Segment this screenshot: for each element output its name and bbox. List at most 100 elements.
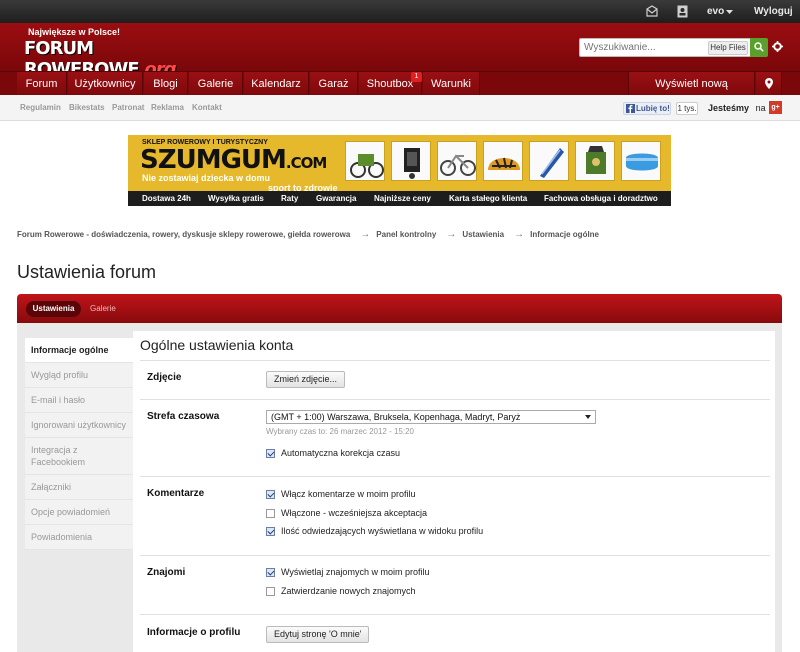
sidebar-item-notifications[interactable]: Powiadomienia (25, 525, 133, 550)
gear-icon[interactable] (772, 41, 783, 52)
banner-brand-suffix: .COM (285, 154, 327, 172)
tab-settings[interactable]: Ustawienia (26, 301, 81, 317)
nav-item-garage[interactable]: Garaż (310, 72, 358, 96)
product-child-seat-image (391, 141, 431, 181)
settings-sidebar: Informacje ogólne Wygląd profilu E-mail … (25, 338, 133, 550)
envelope-icon[interactable] (646, 5, 658, 17)
nav-item-forum[interactable]: Forum (17, 72, 67, 96)
auto-time-checkbox[interactable] (266, 449, 275, 458)
sidebar-item-facebook[interactable]: Integracja z Facebookiem (25, 438, 133, 475)
sidebar-item-email-password[interactable]: E-mail i hasło (25, 388, 133, 413)
tab-galleries[interactable]: Galerie (90, 301, 116, 317)
nav-item-users[interactable]: Użytkownicy (68, 72, 143, 96)
search-icon (754, 42, 764, 52)
search-input[interactable] (584, 40, 704, 55)
visitor-count-label: Ilość odwiedzających wyświetlana w widok… (281, 526, 484, 536)
product-carrier-image (575, 141, 615, 181)
nav-item-terms[interactable]: Warunki (423, 72, 480, 96)
banner-feature: Dostawa 24h (142, 194, 191, 203)
banner-brand-name: SZUMGUM (140, 145, 287, 175)
banner-brand: SZUMGUM.COM (140, 145, 327, 175)
ad-banner[interactable]: SKLEP ROWEROWY I TURYSTYCZNY SZUMGUM.COM… (128, 135, 671, 206)
banner-feature: Karta stałego klienta (449, 194, 528, 203)
subnav-link-kontakt[interactable]: Kontakt (192, 95, 222, 121)
divider (140, 614, 770, 615)
sidebar-item-notification-options[interactable]: Opcje powiadomień (25, 500, 133, 525)
timezone-hint: Wybrany czas to: 26 marzec 2012 - 15:20 (266, 427, 414, 436)
shoutbox-badge: 1 (411, 72, 422, 82)
profile-info-label: Informacje o profilu (147, 627, 241, 638)
divider (140, 399, 770, 400)
facebook-like-button[interactable]: Lubię to! (623, 102, 671, 115)
breadcrumb-separator: → (360, 229, 371, 240)
social-label: Jesteśmy na (708, 95, 766, 121)
sidebar-item-attachments[interactable]: Załączniki (25, 475, 133, 500)
product-sleeping-bag-image (529, 141, 569, 181)
banner-feature: Gwarancja (316, 194, 357, 203)
top-bar: evo Wyloguj (0, 0, 800, 23)
comments-approval-label: Włączone - wcześniejsza akceptacja (281, 508, 428, 518)
location-button[interactable] (756, 72, 782, 96)
logout-link[interactable]: Wyloguj (754, 0, 793, 23)
nav-item-blogs[interactable]: Blogi (144, 72, 188, 96)
visitor-count-checkbox[interactable] (266, 527, 275, 536)
product-trailer-image (345, 141, 385, 181)
sidebar-item-ignored-users[interactable]: Ignorowani użytkownicy (25, 413, 133, 438)
username-menu[interactable]: evo (707, 0, 724, 23)
banner-feature: Raty (281, 194, 299, 203)
approve-friends-checkbox[interactable] (266, 587, 275, 596)
content-title: Ogólne ustawienia konta (140, 337, 294, 353)
chevron-down-icon[interactable] (726, 10, 733, 14)
product-bike-image (437, 141, 477, 181)
settings-content (133, 331, 775, 652)
banner-feature: Fachowa obsługa i doradztwo (544, 194, 658, 203)
search-button[interactable] (750, 38, 768, 57)
site-logo[interactable]: Największe w Polsce! FORUM ROWEROWE.org (24, 27, 224, 80)
photo-label: Zdjęcie (147, 372, 182, 383)
timezone-label: Strefa czasowa (147, 411, 220, 422)
facebook-like-count: 1 tys. (676, 102, 698, 115)
chevron-down-icon (585, 415, 591, 419)
breadcrumb: Forum Rowerowe - doświadczenia, rowery, … (17, 229, 603, 240)
social-label-jestesmy: Jesteśmy (708, 103, 750, 113)
page-title: Ustawienia forum (17, 262, 157, 282)
breadcrumb-item-forum[interactable]: Forum Rowerowe - doświadczenia, rowery, … (17, 230, 350, 239)
show-friends-checkbox[interactable] (266, 568, 275, 577)
sidebar-item-profile-look[interactable]: Wygląd profilu (25, 363, 133, 388)
search-scope-button[interactable]: Help Files (708, 41, 748, 55)
main-nav: Forum Użytkownicy Blogi Galerie Kalendar… (0, 71, 800, 114)
product-helmet-image (483, 141, 523, 181)
banner-tagline: Nie zostawiaj dziecka w domu (142, 173, 271, 183)
subnav-link-patronat[interactable]: Patronat (112, 95, 144, 121)
breadcrumb-item-settings[interactable]: Ustawienia (462, 230, 504, 239)
breadcrumb-item-panel[interactable]: Panel kontrolny (376, 230, 436, 239)
comments-approval-checkbox[interactable] (266, 509, 275, 518)
social-label-na: na (755, 103, 766, 113)
breadcrumb-separator: → (446, 229, 457, 240)
change-photo-button[interactable]: Zmień zdjęcie... (266, 371, 346, 388)
sidebar-item-general[interactable]: Informacje ogólne (25, 338, 133, 363)
timezone-value: (GMT + 1:00) Warszawa, Bruksela, Kopenha… (271, 412, 521, 422)
subnav-link-reklama[interactable]: Reklama (151, 95, 184, 121)
divider (140, 555, 770, 556)
facebook-icon (626, 104, 635, 113)
show-friends-label: Wyświetlaj znajomych w moim profilu (281, 567, 430, 577)
approve-friends-label: Zatwierdzanie nowych znajomych (281, 586, 416, 596)
divider (140, 476, 770, 477)
logo-tagline: Największe w Polsce! (28, 27, 121, 37)
friends-label: Znajomi (147, 567, 186, 578)
nav-item-galleries[interactable]: Galerie (189, 72, 243, 96)
timezone-select[interactable]: (GMT + 1:00) Warszawa, Bruksela, Kopenha… (266, 410, 596, 424)
breadcrumb-separator: → (514, 229, 525, 240)
subnav-link-regulamin[interactable]: Regulamin (20, 95, 61, 121)
edit-about-me-button[interactable]: Edytuj stronę 'O mnie' (266, 626, 370, 643)
google-plus-icon[interactable]: g+ (769, 101, 782, 114)
user-card-icon[interactable] (677, 5, 688, 18)
banner-feature: Wysyłka gratis (208, 194, 264, 203)
search-box: Help Files (579, 38, 768, 57)
nav-item-calendar[interactable]: Kalendarz (244, 72, 309, 96)
comments-label: Komentarze (147, 488, 205, 499)
subnav-link-bikestats[interactable]: Bikestats (69, 95, 105, 121)
new-content-button[interactable]: Wyświetl nową zawartość (628, 72, 755, 114)
enable-comments-checkbox[interactable] (266, 490, 275, 499)
